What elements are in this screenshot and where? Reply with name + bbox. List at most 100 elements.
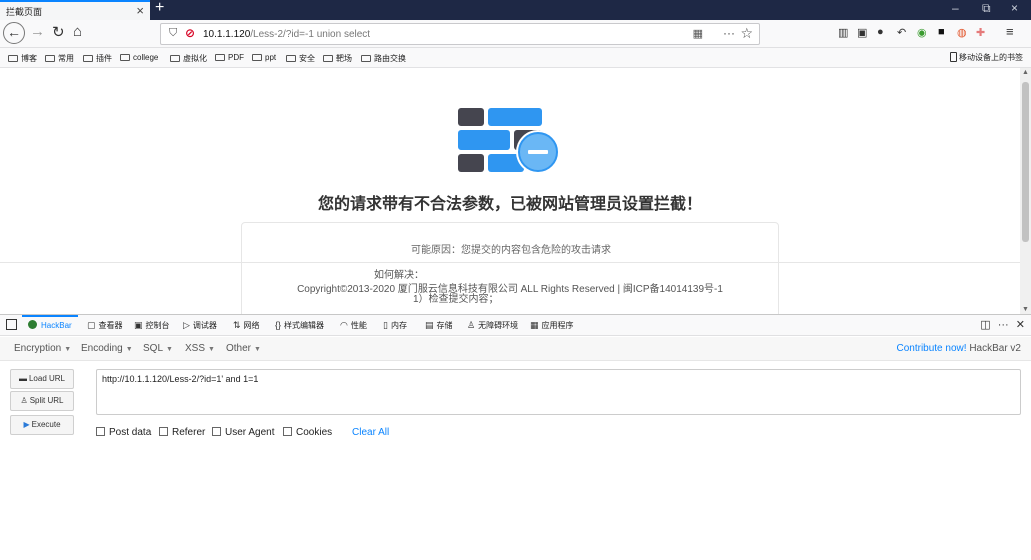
accessibility-icon: ♙ xyxy=(467,320,476,330)
mobile-bookmarks[interactable]: 移动设备上的书签 xyxy=(950,52,1023,63)
bookmark-folder[interactable]: 虚拟化 xyxy=(170,53,207,64)
bookmark-folder[interactable]: 路由交换 xyxy=(361,53,406,64)
debugger-icon: ▷ xyxy=(183,320,190,330)
account-icon[interactable]: ● xyxy=(877,26,884,38)
page-actions-icon[interactable]: ··· xyxy=(723,26,735,40)
bookmark-folder[interactable]: ppt xyxy=(252,53,276,62)
bookmark-folder[interactable]: 靶场 xyxy=(323,53,352,64)
user-agent-checkbox[interactable] xyxy=(212,427,221,436)
more-icon[interactable]: ··· xyxy=(998,319,1009,331)
library-icon[interactable]: ▥ xyxy=(838,26,848,39)
tab-label: 存储 xyxy=(436,321,453,330)
menu-sql[interactable]: SQL ▼ xyxy=(143,343,173,354)
referer-checkbox[interactable] xyxy=(159,427,168,436)
menu-icon[interactable]: ≡ xyxy=(1006,24,1014,39)
reload-icon[interactable]: ↻ xyxy=(52,23,65,41)
dock-icon[interactable]: ◫ xyxy=(980,319,990,331)
url-text[interactable]: 10.1.1.120/Less-2/?id=-1 union select xyxy=(203,29,370,40)
tab-hackbar[interactable]: HackBar xyxy=(28,320,72,330)
load-icon: ▬ xyxy=(18,374,27,383)
post-data-option[interactable]: Post data xyxy=(96,427,151,438)
qr-code-icon[interactable]: ▦ xyxy=(693,27,703,40)
option-label: User Agent xyxy=(225,427,275,438)
option-label: Cookies xyxy=(296,427,333,438)
load-url-button[interactable]: ▬ Load URL xyxy=(10,369,74,389)
back-icon[interactable]: ← xyxy=(3,22,25,44)
extension-icon[interactable]: ✚ xyxy=(976,26,985,39)
play-icon: ▶ xyxy=(23,420,30,429)
extension-icon[interactable]: ◍ xyxy=(957,26,967,39)
execute-button[interactable]: ▶ Execute xyxy=(10,415,74,435)
contribute-link[interactable]: Contribute now! xyxy=(896,343,966,354)
bookmark-folder[interactable]: 博客 xyxy=(8,53,37,64)
solution-item: 1）检查提交内容； xyxy=(413,294,499,305)
mobile-device-icon xyxy=(950,52,957,62)
new-tab-icon[interactable]: + xyxy=(155,0,164,17)
bookmarks-toolbar: 博客 常用 插件 college 虚拟化 PDF ppt 安全 靶场 路由交换 … xyxy=(0,48,1031,68)
element-picker-icon[interactable] xyxy=(6,319,17,330)
url-textarea[interactable]: http://10.1.1.120/Less-2/?id=1' and 1=1 xyxy=(96,369,1021,415)
cookies-checkbox[interactable] xyxy=(283,427,292,436)
page-scrollbar[interactable]: ▲ ▼ xyxy=(1020,68,1031,314)
tracking-shield-icon[interactable]: ⛉ xyxy=(169,27,177,40)
menu-encryption[interactable]: Encryption ▼ xyxy=(14,343,71,354)
bookmark-folder[interactable]: college xyxy=(120,53,158,62)
tab-label: 查看器 xyxy=(98,321,123,330)
menu-label: Encryption xyxy=(14,343,62,354)
devtools-toolbar: HackBar ▢ 查看器 ▣ 控制台 ▷ 调试器 ⇅ 网络 {} 样式编辑器 ◠ 性能 ▯… xyxy=(0,315,1031,336)
tab-debugger[interactable]: ▷ 调试器 xyxy=(183,320,217,331)
copyright-text: Copyright©2013-2020 厦门服云信息科技有限公司 ALL Rig… xyxy=(297,284,723,295)
button-label: Execute xyxy=(31,420,61,429)
tab-network[interactable]: ⇅ 网络 xyxy=(233,320,260,331)
tab-inspector[interactable]: ▢ 查看器 xyxy=(87,320,123,331)
back-arrow-icon[interactable]: ↶ xyxy=(897,26,906,39)
tab-console[interactable]: ▣ 控制台 xyxy=(134,320,170,331)
network-icon: ⇅ xyxy=(233,320,241,330)
tab-memory[interactable]: ▯ 内存 xyxy=(383,320,407,331)
tab-style-editor[interactable]: {} 样式编辑器 xyxy=(275,320,324,331)
bookmark-label: 虚拟化 xyxy=(183,54,207,63)
reason-text: 可能原因：您提交的内容包含危险的攻击请求 xyxy=(411,245,611,256)
tab-storage[interactable]: ▤ 存储 xyxy=(425,320,453,331)
clear-all-link[interactable]: Clear All xyxy=(352,427,389,438)
post-data-checkbox[interactable] xyxy=(96,427,105,436)
url-path: /Less-2/?id=-1 union select xyxy=(250,29,371,40)
console-icon: ▣ xyxy=(134,320,143,330)
scroll-down-icon[interactable]: ▼ xyxy=(1022,306,1029,313)
cookies-option[interactable]: Cookies xyxy=(283,427,332,438)
menu-label: Other xyxy=(226,343,252,354)
menu-encoding[interactable]: Encoding ▼ xyxy=(81,343,133,354)
tab-application[interactable]: ▦ 应用程序 xyxy=(530,320,574,331)
bookmark-folder[interactable]: 常用 xyxy=(45,53,74,64)
extension-icon[interactable]: ■ xyxy=(938,26,945,38)
restore-icon[interactable]: ⧉ xyxy=(982,1,991,16)
close-icon[interactable]: ✕ xyxy=(1016,319,1025,331)
window-close-icon[interactable]: × xyxy=(1011,1,1018,15)
bookmark-folder[interactable]: PDF xyxy=(215,53,244,62)
globe-icon[interactable]: ◉ xyxy=(917,26,927,39)
bookmark-folder[interactable]: 插件 xyxy=(83,53,112,64)
tab-accessibility[interactable]: ♙ 无障碍环境 xyxy=(467,320,518,331)
browser-tab[interactable]: 拦截页面 × xyxy=(0,0,150,20)
home-icon[interactable]: ⌂ xyxy=(73,23,82,40)
split-url-button[interactable]: ♙ Split URL xyxy=(10,391,74,411)
scrollbar-thumb[interactable] xyxy=(1022,82,1029,242)
scroll-up-icon[interactable]: ▲ xyxy=(1022,69,1029,76)
folder-icon xyxy=(83,55,93,62)
user-agent-option[interactable]: User Agent xyxy=(212,427,274,438)
menu-xss[interactable]: XSS ▼ xyxy=(185,343,215,354)
tab-performance[interactable]: ◠ 性能 xyxy=(340,320,367,331)
tab-close-icon[interactable]: × xyxy=(136,3,144,18)
forward-icon[interactable]: → xyxy=(30,23,45,40)
bookmark-folder[interactable]: 安全 xyxy=(286,53,315,64)
referer-option[interactable]: Referer xyxy=(159,427,205,438)
url-bar[interactable]: ⛉ ⊘ 10.1.1.120/Less-2/?id=-1 union selec… xyxy=(160,23,760,45)
insecure-lock-icon[interactable]: ⊘ xyxy=(185,26,195,40)
hackbar-icon xyxy=(28,320,37,329)
caret-down-icon: ▼ xyxy=(166,346,173,353)
menu-other[interactable]: Other ▼ xyxy=(226,343,261,354)
navigation-toolbar: ← → ↻ ⌂ ⛉ ⊘ 10.1.1.120/Less-2/?id=-1 uni… xyxy=(0,20,1031,48)
bookmark-star-icon[interactable]: ☆ xyxy=(740,25,753,42)
minimize-icon[interactable]: – xyxy=(952,1,959,15)
sidebar-icon[interactable]: ▣ xyxy=(857,26,867,39)
